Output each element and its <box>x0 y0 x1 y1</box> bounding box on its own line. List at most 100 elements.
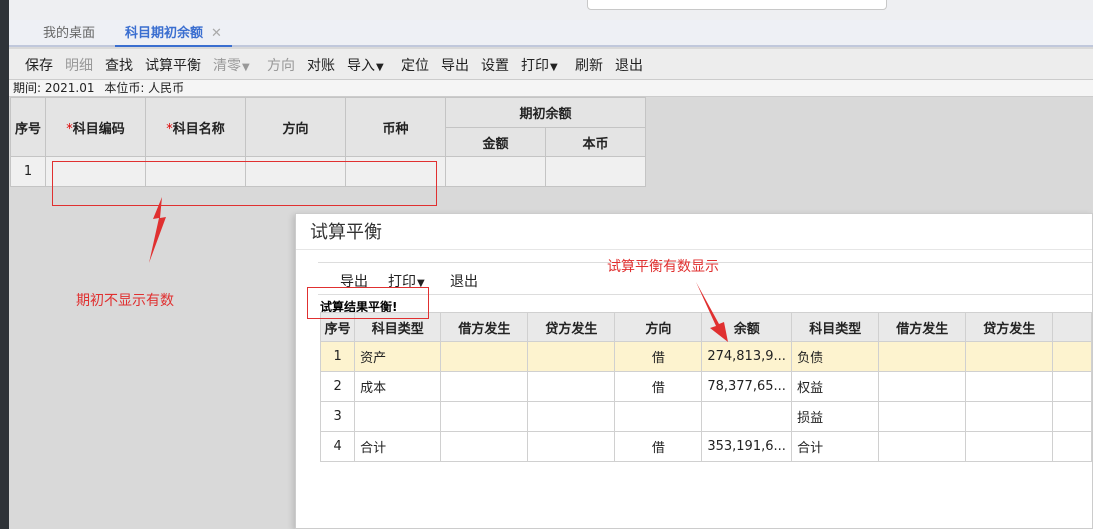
row-credit1 <box>527 431 616 462</box>
row-debit1 <box>440 431 529 462</box>
row-balance <box>701 401 793 432</box>
row-credit2 <box>965 401 1054 432</box>
table-row[interactable]: 3 损益 <box>319 401 1092 432</box>
dialog-title: 试算平衡 <box>310 222 382 243</box>
settings-button[interactable]: 设置 <box>481 55 509 75</box>
row-direction: 借 <box>614 371 703 402</box>
tb-col-debit2: 借方发生 <box>878 312 967 342</box>
dialog-title-divider <box>296 249 1092 250</box>
grid-cell-amount[interactable] <box>445 156 546 187</box>
row-credit1 <box>527 371 616 402</box>
row-type1: 资产 <box>354 341 442 372</box>
left-edge <box>0 0 9 529</box>
col-code[interactable]: *科目编码 <box>45 97 146 157</box>
row-direction <box>614 401 703 432</box>
col-amount[interactable]: 金额 <box>445 127 546 157</box>
annotation-text-left: 期初不显示有数 <box>76 293 174 309</box>
row-credit1 <box>527 401 616 432</box>
tb-col-debit1: 借方发生 <box>440 312 529 342</box>
export-button[interactable]: 导出 <box>441 55 469 75</box>
row-balance: 353,191,6... <box>701 431 793 462</box>
row-type1: 成本 <box>354 371 442 402</box>
row-seq: 3 <box>319 401 356 432</box>
close-icon[interactable]: ✕ <box>211 26 222 41</box>
refresh-button[interactable]: 刷新 <box>575 55 603 75</box>
row-debit2 <box>878 431 967 462</box>
col-name-label: 科目名称 <box>172 121 225 137</box>
tab-desktop[interactable]: 我的桌面 <box>33 20 105 47</box>
row-type2: 权益 <box>791 371 880 402</box>
row-extra <box>1052 401 1092 432</box>
trial-balance-button[interactable]: 试算平衡 <box>145 55 201 75</box>
col-base-currency[interactable]: 本币 <box>545 127 646 157</box>
col-currency[interactable]: 币种 <box>345 97 446 157</box>
col-seq: 序号 <box>10 97 46 157</box>
row-seq: 4 <box>319 431 356 462</box>
tb-col-extra <box>1052 312 1092 342</box>
browser-topbar <box>9 0 1093 20</box>
table-row[interactable]: 4 合计 借 353,191,6... 合计 <box>319 431 1092 462</box>
row-direction: 借 <box>614 341 703 372</box>
direction-button[interactable]: 方向 <box>267 55 295 75</box>
chevron-down-icon: ▼ <box>242 62 250 73</box>
row-seq: 2 <box>319 371 356 402</box>
locate-button[interactable]: 定位 <box>401 55 429 75</box>
annotation-arrow-left <box>149 197 166 263</box>
print-label: 打印 <box>521 58 549 74</box>
tb-col-credit1: 贷方发生 <box>527 312 616 342</box>
grid-cell-base[interactable] <box>545 156 646 187</box>
tb-col-direction: 方向 <box>614 312 703 342</box>
table-row[interactable]: 2 成本 借 78,377,65... 权益 <box>319 371 1092 402</box>
tab-bar: 我的桌面 科目期初余额 ✕ <box>9 20 1093 47</box>
row-extra <box>1052 371 1092 402</box>
row-credit2 <box>965 341 1054 372</box>
row-debit2 <box>878 371 967 402</box>
dialog-exit-button[interactable]: 退出 <box>450 271 478 291</box>
col-code-label: 科目编码 <box>72 121 125 137</box>
col-name[interactable]: *科目名称 <box>145 97 246 157</box>
row-debit1 <box>440 401 529 432</box>
row-extra <box>1052 341 1092 372</box>
annotation-arrow-right <box>696 282 728 342</box>
row-direction: 借 <box>614 431 703 462</box>
save-button[interactable]: 保存 <box>25 55 53 75</box>
col-opening-balance: 期初余额 <box>445 97 646 128</box>
row-debit2 <box>878 341 967 372</box>
row-debit2 <box>878 401 967 432</box>
row-type2: 合计 <box>791 431 880 462</box>
tab-desktop-label: 我的桌面 <box>43 26 96 41</box>
period-label: 期间: 2021.01 <box>13 81 95 95</box>
print-button[interactable]: 打印▼ <box>521 55 558 75</box>
tab-opening-balance-label: 科目期初余额 <box>125 26 204 41</box>
tab-opening-balance[interactable]: 科目期初余额 ✕ <box>115 20 232 47</box>
main-toolbar: 保存 明细 查找 试算平衡 清零▼ 方向 对账 导入▼ 定位 导出 设置 打印▼… <box>9 49 1093 79</box>
row-balance: 78,377,65... <box>701 371 793 402</box>
row-type1 <box>354 401 442 432</box>
annotation-text-right: 试算平衡有数显示 <box>607 259 719 275</box>
clear-button[interactable]: 清零▼ <box>213 55 250 75</box>
clear-label: 清零 <box>213 58 241 74</box>
row-extra <box>1052 431 1092 462</box>
base-currency-label: 本位币: 人民币 <box>104 81 185 95</box>
row-seq: 1 <box>319 341 356 372</box>
chevron-down-icon: ▼ <box>550 62 558 73</box>
tb-col-type2: 科目类型 <box>791 312 880 342</box>
find-button[interactable]: 查找 <box>105 55 133 75</box>
detail-button[interactable]: 明细 <box>65 55 93 75</box>
row-type2: 负债 <box>791 341 880 372</box>
row-credit2 <box>965 431 1054 462</box>
row-debit1 <box>440 371 529 402</box>
col-direction[interactable]: 方向 <box>245 97 346 157</box>
grid-row-seq: 1 <box>10 156 46 187</box>
annotation-box-empty-row <box>52 161 437 206</box>
tb-col-credit2: 贷方发生 <box>965 312 1054 342</box>
period-bar: 期间: 2021.01 本位币: 人民币 <box>9 79 1093 97</box>
address-bar[interactable] <box>587 0 887 10</box>
reconcile-button[interactable]: 对账 <box>307 55 335 75</box>
exit-button[interactable]: 退出 <box>615 55 643 75</box>
row-credit2 <box>965 371 1054 402</box>
row-credit1 <box>527 341 616 372</box>
row-type1: 合计 <box>354 431 442 462</box>
row-debit1 <box>440 341 529 372</box>
import-button[interactable]: 导入▼ <box>347 55 384 75</box>
